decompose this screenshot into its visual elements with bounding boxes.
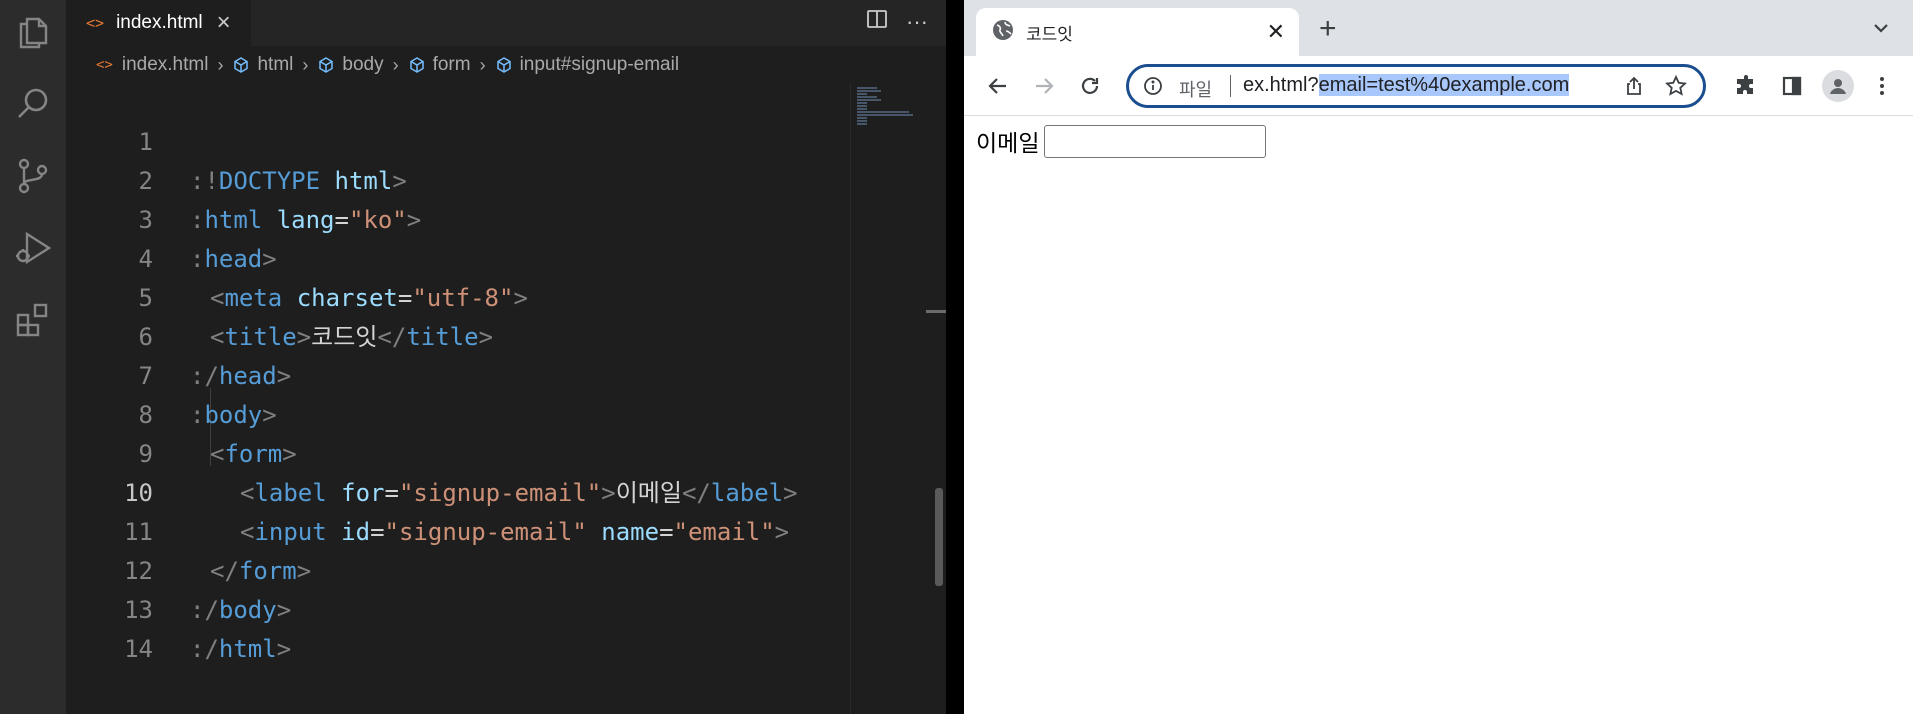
browser-tab-title: 코드잇 bbox=[1026, 24, 1073, 44]
browser-window: 코드잇 ✕ + 파일 ex.html?email=test%40example.… bbox=[964, 0, 1913, 714]
breadcrumb-item-input[interactable]: input#signup-email bbox=[495, 54, 679, 76]
code-line: 12 :/body> bbox=[66, 513, 850, 624]
forward-arrow-icon[interactable] bbox=[1028, 70, 1060, 102]
browser-tab[interactable]: 코드잇 ✕ bbox=[976, 8, 1299, 56]
close-icon[interactable]: ✕ bbox=[1267, 19, 1285, 45]
code-line: 13 :/html> bbox=[66, 552, 850, 663]
browser-toolbar: 파일 ex.html?email=test%40example.com bbox=[964, 56, 1913, 116]
code-line-active: 10 <input id="signup-email" name="email"… bbox=[66, 435, 850, 546]
code-line: 3 :head> bbox=[66, 162, 850, 273]
breadcrumb-item-form[interactable]: form bbox=[408, 54, 471, 76]
split-editor-icon[interactable] bbox=[866, 8, 888, 36]
search-icon[interactable] bbox=[9, 80, 57, 128]
breadcrumb-item-html[interactable]: html bbox=[232, 54, 293, 76]
code-editor[interactable]: 1 :!DOCTYPE html> 2 :html lang="ko"> 3 :… bbox=[66, 84, 850, 714]
element-cube-icon bbox=[495, 56, 513, 74]
code-line: 11 </form> bbox=[66, 474, 850, 585]
line-number: 14 bbox=[124, 635, 153, 663]
editor-scrollbar[interactable] bbox=[926, 84, 946, 714]
url-selection: email=test%40example.com bbox=[1318, 74, 1570, 96]
html-file-icon: <> bbox=[96, 57, 113, 73]
share-icon[interactable] bbox=[1623, 75, 1645, 102]
chevron-down-icon[interactable] bbox=[1871, 18, 1891, 43]
email-label[interactable]: 이메일 bbox=[976, 124, 1039, 158]
vscode-window: <> index.html × ··· <> index.html › html… bbox=[0, 0, 946, 714]
html-file-icon: <> bbox=[86, 14, 105, 32]
side-panel-icon[interactable] bbox=[1776, 70, 1808, 102]
extensions-icon[interactable] bbox=[9, 296, 57, 344]
star-icon[interactable] bbox=[1664, 74, 1688, 102]
scheme-label: 파일 bbox=[1179, 80, 1213, 100]
breadcrumb-item-body[interactable]: body bbox=[317, 54, 384, 76]
back-arrow-icon[interactable] bbox=[982, 70, 1014, 102]
code-line: 2 :html lang="ko"> bbox=[66, 123, 850, 234]
scrollbar-thumb[interactable] bbox=[935, 488, 943, 586]
minimap[interactable] bbox=[850, 84, 926, 714]
breadcrumb: <> index.html › html › body › form › inp… bbox=[66, 46, 946, 84]
browser-tab-strip: 코드잇 ✕ + bbox=[964, 0, 1913, 56]
address-bar[interactable]: 파일 ex.html?email=test%40example.com bbox=[1126, 64, 1706, 108]
globe-icon bbox=[992, 19, 1014, 46]
new-tab-button[interactable]: + bbox=[1319, 12, 1337, 46]
chevron-right-icon: › bbox=[392, 54, 399, 75]
url-text[interactable]: ex.html?email=test%40example.com bbox=[1243, 74, 1570, 97]
close-icon[interactable]: × bbox=[217, 11, 231, 35]
explorer-icon[interactable] bbox=[9, 8, 57, 56]
tab-label: index.html bbox=[116, 12, 203, 33]
chevron-right-icon: › bbox=[217, 54, 224, 75]
run-debug-icon[interactable] bbox=[9, 224, 57, 272]
editor-tab-bar: <> index.html × ··· bbox=[66, 0, 946, 46]
code-line: 14 bbox=[66, 591, 850, 663]
source-control-icon[interactable] bbox=[9, 152, 57, 200]
code-line: 5 <title>코드잇</title> bbox=[66, 240, 850, 351]
code-line: 4 <meta charset="utf-8"> bbox=[66, 201, 850, 312]
chevron-right-icon: › bbox=[479, 54, 486, 75]
element-cube-icon bbox=[408, 56, 426, 74]
more-actions-icon[interactable]: ··· bbox=[906, 9, 928, 35]
window-divider[interactable] bbox=[946, 0, 964, 714]
page-viewport: 이메일 bbox=[964, 117, 1913, 714]
email-field[interactable] bbox=[1044, 125, 1266, 158]
breadcrumb-item-file[interactable]: <> index.html bbox=[96, 54, 208, 76]
element-cube-icon bbox=[232, 56, 250, 74]
code-line: 6 :/head> bbox=[66, 279, 850, 390]
code-line: 9 <label for="signup-email">이메일</label> bbox=[66, 396, 850, 507]
info-icon[interactable] bbox=[1143, 76, 1163, 101]
element-cube-icon bbox=[317, 56, 335, 74]
reload-icon[interactable] bbox=[1074, 70, 1106, 102]
code-line: 7 :body> bbox=[66, 318, 850, 429]
profile-icon[interactable] bbox=[1822, 70, 1854, 102]
chevron-right-icon: › bbox=[302, 54, 309, 75]
code-line: 8 <form> bbox=[66, 357, 850, 468]
code-line: 1 :!DOCTYPE html> bbox=[66, 84, 850, 195]
kebab-menu-icon[interactable] bbox=[1866, 70, 1898, 102]
puzzle-icon[interactable] bbox=[1730, 70, 1762, 102]
tab-index-html[interactable]: <> index.html × bbox=[66, 0, 251, 46]
activity-bar bbox=[0, 0, 66, 714]
